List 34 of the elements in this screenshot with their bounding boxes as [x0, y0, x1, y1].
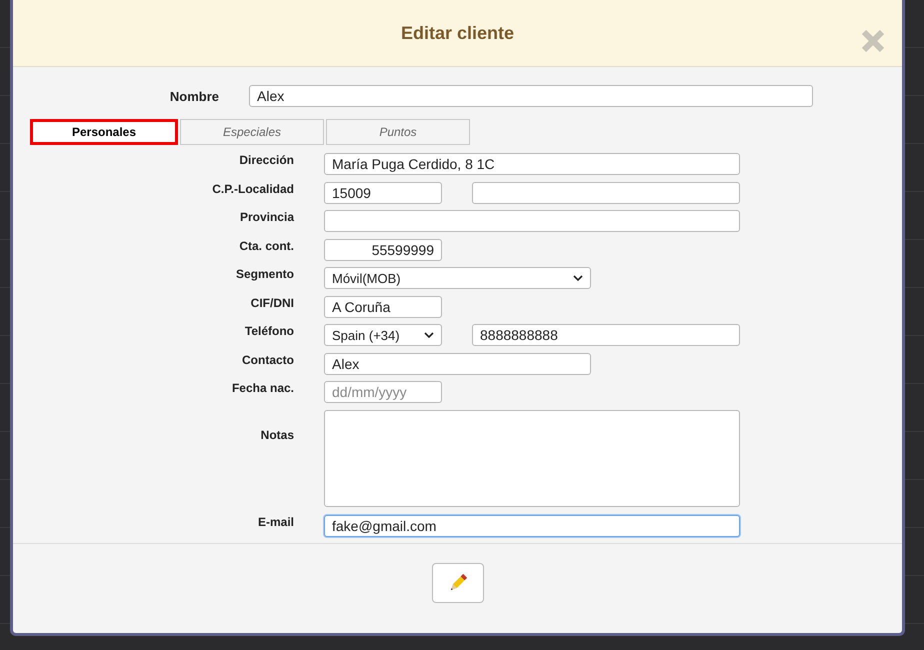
- dialog-title: Editar cliente: [400, 22, 514, 44]
- field-label: Provincia: [238, 210, 294, 224]
- input-field[interactable]: [324, 210, 740, 232]
- field-label: Notas: [260, 428, 294, 442]
- field-label: E-mail: [256, 514, 294, 529]
- select-field[interactable]: Spain (+34): [324, 324, 442, 346]
- field-label: Cta. cont.: [238, 238, 294, 253]
- input-field[interactable]: María Puga Cerdido, 8 1C: [324, 153, 740, 176]
- notes-field[interactable]: [324, 410, 740, 507]
- input-field[interactable]: Alex: [324, 352, 591, 375]
- input-field[interactable]: A Coruña: [324, 296, 442, 318]
- field-label: Nombre: [168, 88, 219, 104]
- select-field[interactable]: Móvil(MOB): [324, 267, 591, 290]
- tab[interactable]: Especiales: [180, 119, 324, 146]
- field-label: Fecha nac.: [230, 381, 294, 396]
- field-label: Dirección: [238, 153, 294, 168]
- tab[interactable]: Personales: [30, 119, 178, 146]
- tab[interactable]: Puntos: [326, 119, 470, 146]
- field-label: CIF/DNI: [250, 296, 294, 310]
- field-label: C.P.-Localidad: [211, 182, 294, 196]
- chevron-icon: [573, 275, 583, 282]
- close-icon[interactable]: [860, 28, 886, 54]
- input-field[interactable]: 55599999: [324, 238, 442, 261]
- field-label: Contacto: [241, 352, 294, 367]
- chevron-icon: [424, 332, 434, 338]
- input-field[interactable]: 8888888888: [472, 324, 740, 346]
- input-field[interactable]: [472, 182, 740, 204]
- input-field[interactable]: fake@gmail.com: [324, 514, 740, 537]
- input-field[interactable]: Alex: [249, 85, 813, 108]
- field-label: Segmento: [234, 267, 294, 282]
- edit-button[interactable]: [432, 563, 484, 604]
- input-field[interactable]: dd/mm/yyyy: [324, 381, 442, 404]
- input-field[interactable]: 15009: [324, 182, 442, 204]
- field-label: Teléfono: [244, 324, 294, 338]
